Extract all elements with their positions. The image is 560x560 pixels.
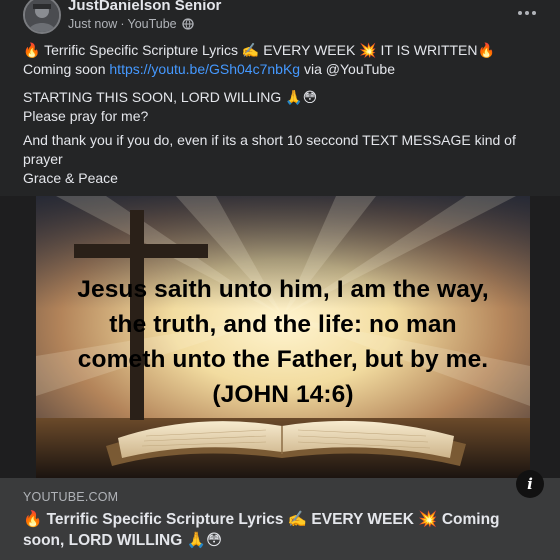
post-header: JustDanielson Senior Just now · YouTube xyxy=(0,0,560,40)
preview-thumbnail[interactable]: Jesus saith unto him, I am the way, the … xyxy=(0,196,560,478)
verse-line: Jesus saith unto him, I am the way, xyxy=(77,276,489,303)
more-options-icon[interactable] xyxy=(514,2,540,24)
globe-icon xyxy=(182,18,194,33)
link-preview-card[interactable]: Jesus saith unto him, I am the way, the … xyxy=(0,196,560,560)
post-text-line: Grace & Peace xyxy=(23,170,118,186)
post-text-via: via @YouTube xyxy=(300,61,395,77)
verse-line: (JOHN 14:6) xyxy=(212,381,354,408)
verse-line: cometh unto the Father, but by me. xyxy=(77,346,489,373)
post-text-line: And thank you if you do, even if its a s… xyxy=(23,132,516,167)
post-text-block-3: And thank you if you do, even if its a s… xyxy=(23,131,544,188)
preview-domain: YOUTUBE.COM xyxy=(23,490,119,504)
post-source[interactable]: YouTube xyxy=(128,17,177,31)
post-meta: Just now · YouTube xyxy=(68,17,194,33)
feed-post: JustDanielson Senior Just now · YouTube 🔥 … xyxy=(0,0,560,560)
scripture-image: Jesus saith unto him, I am the way, the … xyxy=(36,196,530,478)
post-timestamp[interactable]: Just now xyxy=(68,17,117,31)
post-text-line: Please pray for me? xyxy=(23,108,149,124)
verse-text: Jesus saith unto him, I am the way, the … xyxy=(36,272,530,412)
meta-separator: · xyxy=(120,17,125,31)
author-name[interactable]: JustDanielson Senior xyxy=(68,0,221,14)
post-text-line: STARTING THIS SOON, LORD WILLING 🙏😳 xyxy=(23,89,318,105)
profile-avatar[interactable] xyxy=(23,0,61,34)
info-icon[interactable]: i xyxy=(516,470,544,498)
post-text-line-1: 🔥 Terrific Specific Scripture Lyrics ✍️ … xyxy=(23,41,544,79)
preview-title[interactable]: 🔥 Terrific Specific Scripture Lyrics ✍️ … xyxy=(23,509,530,551)
verse-line: the truth, and the life: no man xyxy=(109,311,457,338)
youtube-link[interactable]: https://youtu.be/GSh04c7nbKg xyxy=(109,61,300,77)
avatar-image xyxy=(25,0,59,32)
post-text-block-2: STARTING THIS SOON, LORD WILLING 🙏😳 Plea… xyxy=(23,88,544,126)
